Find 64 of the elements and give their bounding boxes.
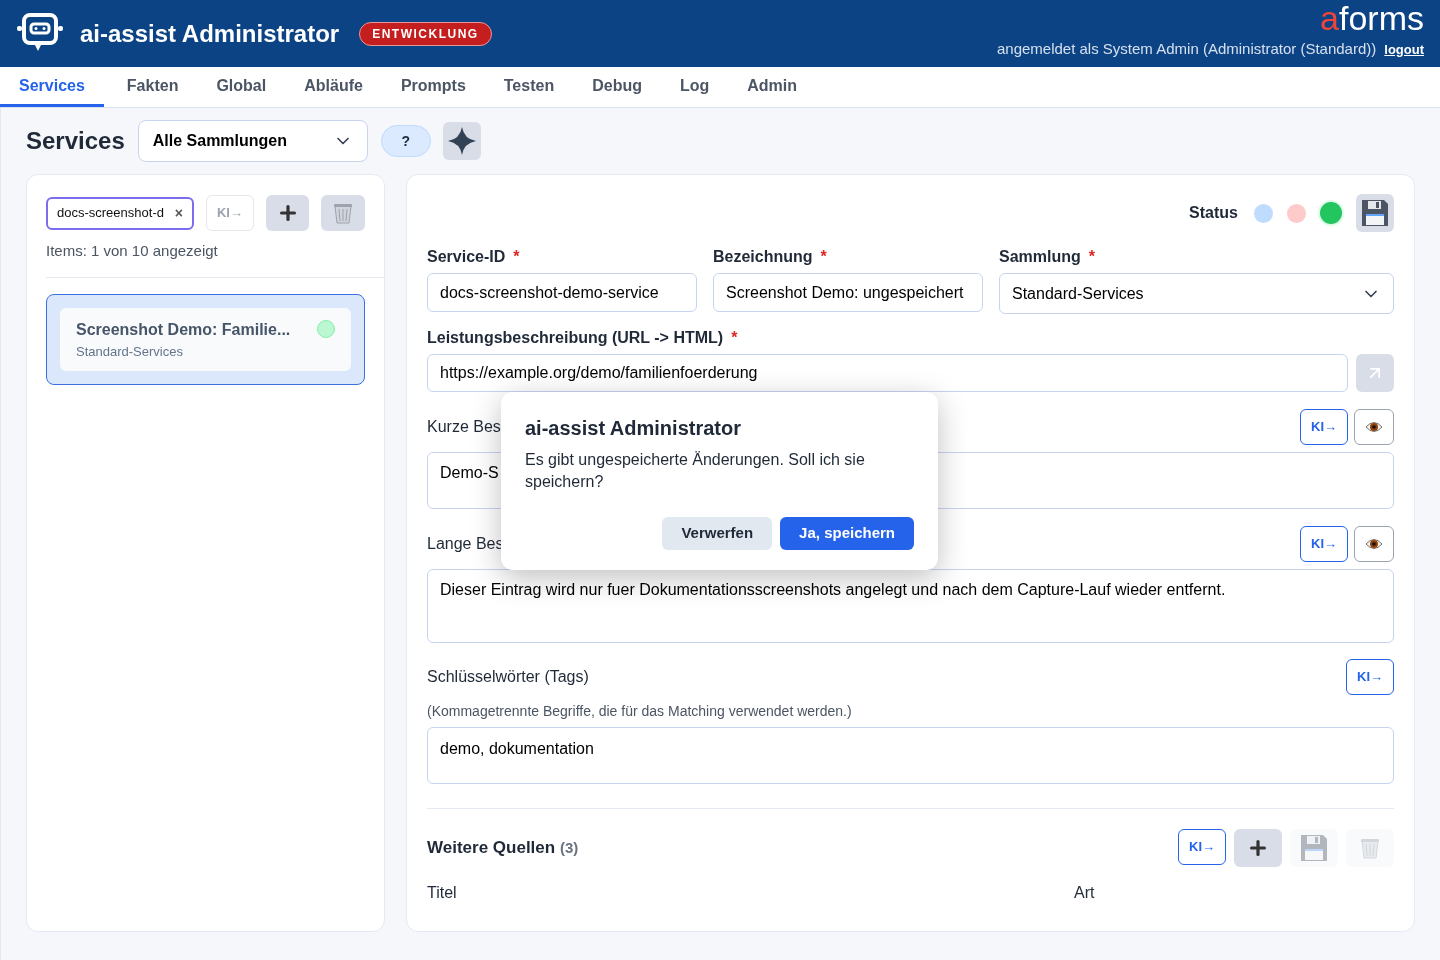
trash-icon xyxy=(1360,837,1380,859)
preview-button[interactable] xyxy=(1354,526,1394,562)
column-header: Art xyxy=(1074,883,1096,903)
confirm-button[interactable]: Ja, speichern xyxy=(780,517,914,550)
text-field[interactable]: Screenshot Demo: ungespeichert xyxy=(713,273,983,312)
preview-button[interactable] xyxy=(1354,409,1394,445)
column-header: Titel xyxy=(427,883,458,903)
status-label: Status xyxy=(1189,203,1238,223)
delete-button[interactable] xyxy=(321,195,365,231)
field-label: Sammlung * xyxy=(999,247,1097,267)
nav-tab[interactable]: Services xyxy=(0,67,104,107)
environment-badge: ENTWICKLUNG xyxy=(359,21,492,46)
sparkle-button[interactable] xyxy=(442,122,481,160)
app-title: ai-assist Administrator xyxy=(80,18,340,49)
nav-tab[interactable]: Global xyxy=(197,67,286,107)
service-list-item[interactable]: Screenshot Demo: Familie... Standard-Services xyxy=(46,293,365,385)
ai-button[interactable]: KI→ xyxy=(1300,409,1348,445)
section-title: Weitere Quellen (3) xyxy=(427,837,579,860)
required-mark: * xyxy=(820,248,827,265)
dialog-title: ai-assist Administrator xyxy=(525,416,742,441)
logout-link[interactable]: logout xyxy=(1384,39,1424,60)
item-subtitle: Standard-Services xyxy=(76,342,184,361)
ai-button[interactable]: KI→ xyxy=(1178,829,1226,865)
eye-icon xyxy=(1365,421,1383,433)
add-button[interactable] xyxy=(1234,829,1282,867)
dialog-message: Es gibt ungespeicherte Änderungen. Soll ich sie speichern? xyxy=(525,450,866,492)
ai-button[interactable]: KI→ xyxy=(1300,526,1348,562)
item-count: Items: 1 von 10 angezeigt xyxy=(45,241,219,261)
discard-button[interactable]: Verwerfen xyxy=(662,517,773,550)
ai-button[interactable]: KI→ xyxy=(1346,659,1394,695)
help-button[interactable]: ? xyxy=(380,125,431,157)
collection-select[interactable]: Alle Sammlungen xyxy=(137,120,368,162)
item-title: Screenshot Demo: Familie... xyxy=(76,319,291,340)
nav-tab[interactable]: Prompts xyxy=(381,67,485,107)
trash-icon xyxy=(333,202,354,224)
search-field[interactable]: docs-screenshot-d × xyxy=(46,196,194,230)
clear-button[interactable]: × xyxy=(174,202,183,224)
field-label: Bezeichnung * xyxy=(713,247,828,267)
field-label: Schlüsselwörter (Tags) xyxy=(427,667,589,687)
required-mark: * xyxy=(1088,248,1096,265)
text-field[interactable]: docs-screenshot-demo-service xyxy=(427,273,697,312)
nav-tab[interactable]: Fakten xyxy=(107,67,198,107)
field-label: Kurze Bes xyxy=(427,417,501,437)
field-label: Service-ID * xyxy=(427,247,521,267)
plus-icon xyxy=(1247,837,1269,859)
user-info: angemeldet als System Admin (Administrator (Standard)) xyxy=(996,39,1377,60)
required-mark: * xyxy=(513,248,520,265)
nav-tab[interactable]: Log xyxy=(660,67,729,107)
save-button[interactable] xyxy=(1356,194,1394,232)
eye-icon xyxy=(1365,538,1383,550)
required-mark: * xyxy=(731,329,738,346)
text-area[interactable]: demo, dokumentation xyxy=(427,727,1394,784)
nav-tab[interactable]: Abläufe xyxy=(285,67,382,107)
field-label: Leistungsbeschreibung (URL -> HTML) * xyxy=(427,328,739,348)
nav-tab[interactable]: Testen xyxy=(484,67,574,107)
field-hint: (Kommagetrennte Begriffe, die für das Matching verwendet werden.) xyxy=(427,702,853,721)
add-button[interactable] xyxy=(266,195,310,231)
page-title: Services xyxy=(26,126,125,156)
brand-logo: aforms xyxy=(1320,2,1424,35)
nav-tab[interactable]: Admin xyxy=(728,67,817,107)
open-link-button[interactable] xyxy=(1356,354,1394,392)
nav-tab[interactable]: Debug xyxy=(573,67,661,107)
url-field[interactable]: https://example.org/demo/familienfoerderung xyxy=(427,354,1348,392)
collection-select[interactable]: Standard-Services xyxy=(999,273,1394,314)
